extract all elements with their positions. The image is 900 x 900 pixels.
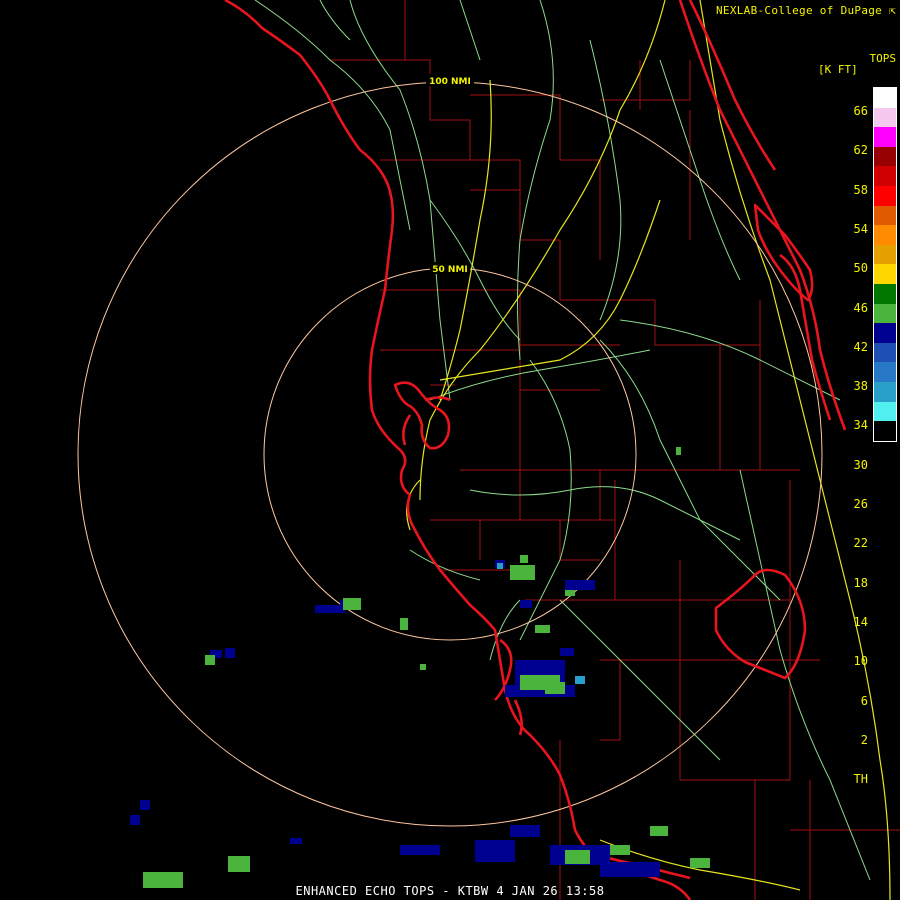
legend-swatch [874, 225, 896, 245]
legend-swatch [874, 342, 896, 363]
legend-label: 50 [853, 261, 868, 276]
legend-label: 46 [853, 300, 868, 315]
legend-swatch [874, 166, 896, 186]
legend-label: 14 [853, 614, 868, 629]
color-legend-bar [873, 87, 897, 442]
legend-label: 30 [853, 457, 868, 472]
legend-title-line2: [K FT] [818, 63, 858, 76]
legend-label: 62 [853, 143, 868, 158]
legend-label: 26 [853, 497, 868, 511]
legend-swatch [874, 205, 896, 226]
legend-swatch [874, 146, 896, 167]
legend-swatch [874, 323, 896, 343]
major-roads [406, 0, 891, 900]
legend-swatch [874, 362, 896, 382]
coastline [224, 0, 847, 900]
legend-label: 66 [853, 104, 868, 118]
radar-map: 100 NMI 50 NMI [77, 0, 900, 900]
legend-label: 2 [860, 732, 868, 747]
echo-tops-returns [130, 447, 710, 888]
legend-label: 6 [860, 693, 868, 708]
legend-label: 34 [853, 418, 868, 433]
legend-label: 10 [853, 654, 868, 669]
legend-swatch [874, 185, 896, 206]
legend-swatch [874, 421, 896, 441]
legend-label: 42 [853, 339, 868, 354]
credit-label: NEXLAB-College of DuPage ⇱ [716, 4, 896, 17]
range-ring-100nmi [77, 81, 823, 827]
legend-swatch [874, 88, 896, 108]
range-rings [77, 81, 823, 827]
legend-swatch [874, 283, 896, 304]
legend-swatch [874, 244, 896, 265]
legend-swatch [874, 127, 896, 147]
legend-label: 38 [853, 379, 868, 394]
legend-swatch [874, 264, 896, 284]
legend-label: 18 [853, 575, 868, 590]
legend-label: 22 [853, 536, 868, 551]
legend-label: 54 [853, 221, 868, 236]
cursor-arrow-icon: ⇱ [889, 4, 896, 17]
range-ring-label-100: 100 NMI [429, 77, 471, 87]
legend-swatch [874, 107, 896, 128]
legend-swatch [874, 381, 896, 402]
product-footer: ENHANCED ECHO TOPS - KTBW 4 JAN 26 13:58 [295, 884, 605, 898]
legend-title: TOPS [K FT] [818, 53, 896, 75]
range-ring-label-50: 50 NMI [432, 265, 468, 275]
legend-swatch [874, 303, 896, 324]
legend-label: 58 [853, 182, 868, 197]
legend-swatch [874, 401, 896, 422]
legend-label: TH [853, 772, 868, 787]
credit-text: NEXLAB-College of DuPage [715, 4, 883, 17]
